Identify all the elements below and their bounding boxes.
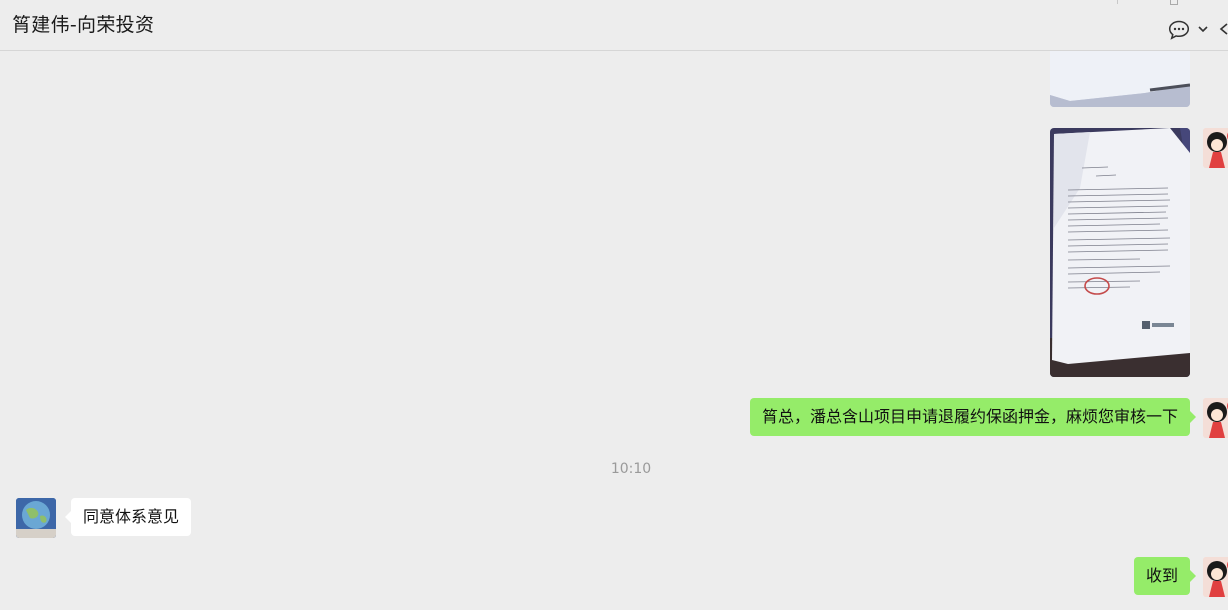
message-bubble-other[interactable]: 同意体系意见 bbox=[64, 498, 192, 536]
message-image-document[interactable] bbox=[1050, 51, 1190, 107]
window-edge-divider bbox=[1117, 0, 1118, 4]
cartoon-girl-avatar-icon bbox=[1203, 557, 1228, 597]
chat-bubble-menu-icon[interactable] bbox=[1168, 20, 1190, 40]
message-timestamp: 10:10 bbox=[610, 461, 652, 477]
chat-title: 筲建伟-向荣投资 bbox=[12, 14, 155, 36]
window-restore-icon[interactable] bbox=[1170, 0, 1178, 5]
message-bubble-self[interactable]: 收到 bbox=[1134, 557, 1197, 595]
message-bubble-self[interactable]: 筲总，潘总含山项目申请退履约保函押金，麻烦您审核一下 bbox=[750, 398, 1197, 436]
self-avatar[interactable] bbox=[1203, 557, 1228, 597]
back-edge-icon[interactable] bbox=[1218, 22, 1228, 36]
chat-window: 筲建伟-向荣投资 筲总，潘总含山项目申请退履约保函押金，麻烦您审核一下 10:1… bbox=[0, 0, 1228, 610]
message-image-document-stamped[interactable] bbox=[1050, 128, 1190, 377]
header-actions bbox=[1158, 18, 1228, 42]
message-text: 同意体系意见 bbox=[83, 507, 180, 526]
message-text: 筲总，潘总含山项目申请退履约保函押金，麻烦您审核一下 bbox=[762, 407, 1179, 426]
message-text: 收到 bbox=[1146, 566, 1179, 585]
message-list[interactable]: 筲总，潘总含山项目申请退履约保函押金，麻烦您审核一下 10:10 同意体系意见 … bbox=[0, 51, 1228, 610]
self-avatar[interactable] bbox=[1203, 398, 1228, 438]
globe-avatar-icon bbox=[16, 498, 56, 538]
cartoon-girl-avatar-icon bbox=[1203, 398, 1228, 438]
chat-header: 筲建伟-向荣投资 bbox=[0, 0, 1228, 51]
chevron-down-icon[interactable] bbox=[1196, 22, 1210, 36]
contact-avatar[interactable] bbox=[16, 498, 56, 538]
cartoon-girl-avatar-icon bbox=[1203, 128, 1228, 168]
self-avatar[interactable] bbox=[1203, 128, 1228, 168]
